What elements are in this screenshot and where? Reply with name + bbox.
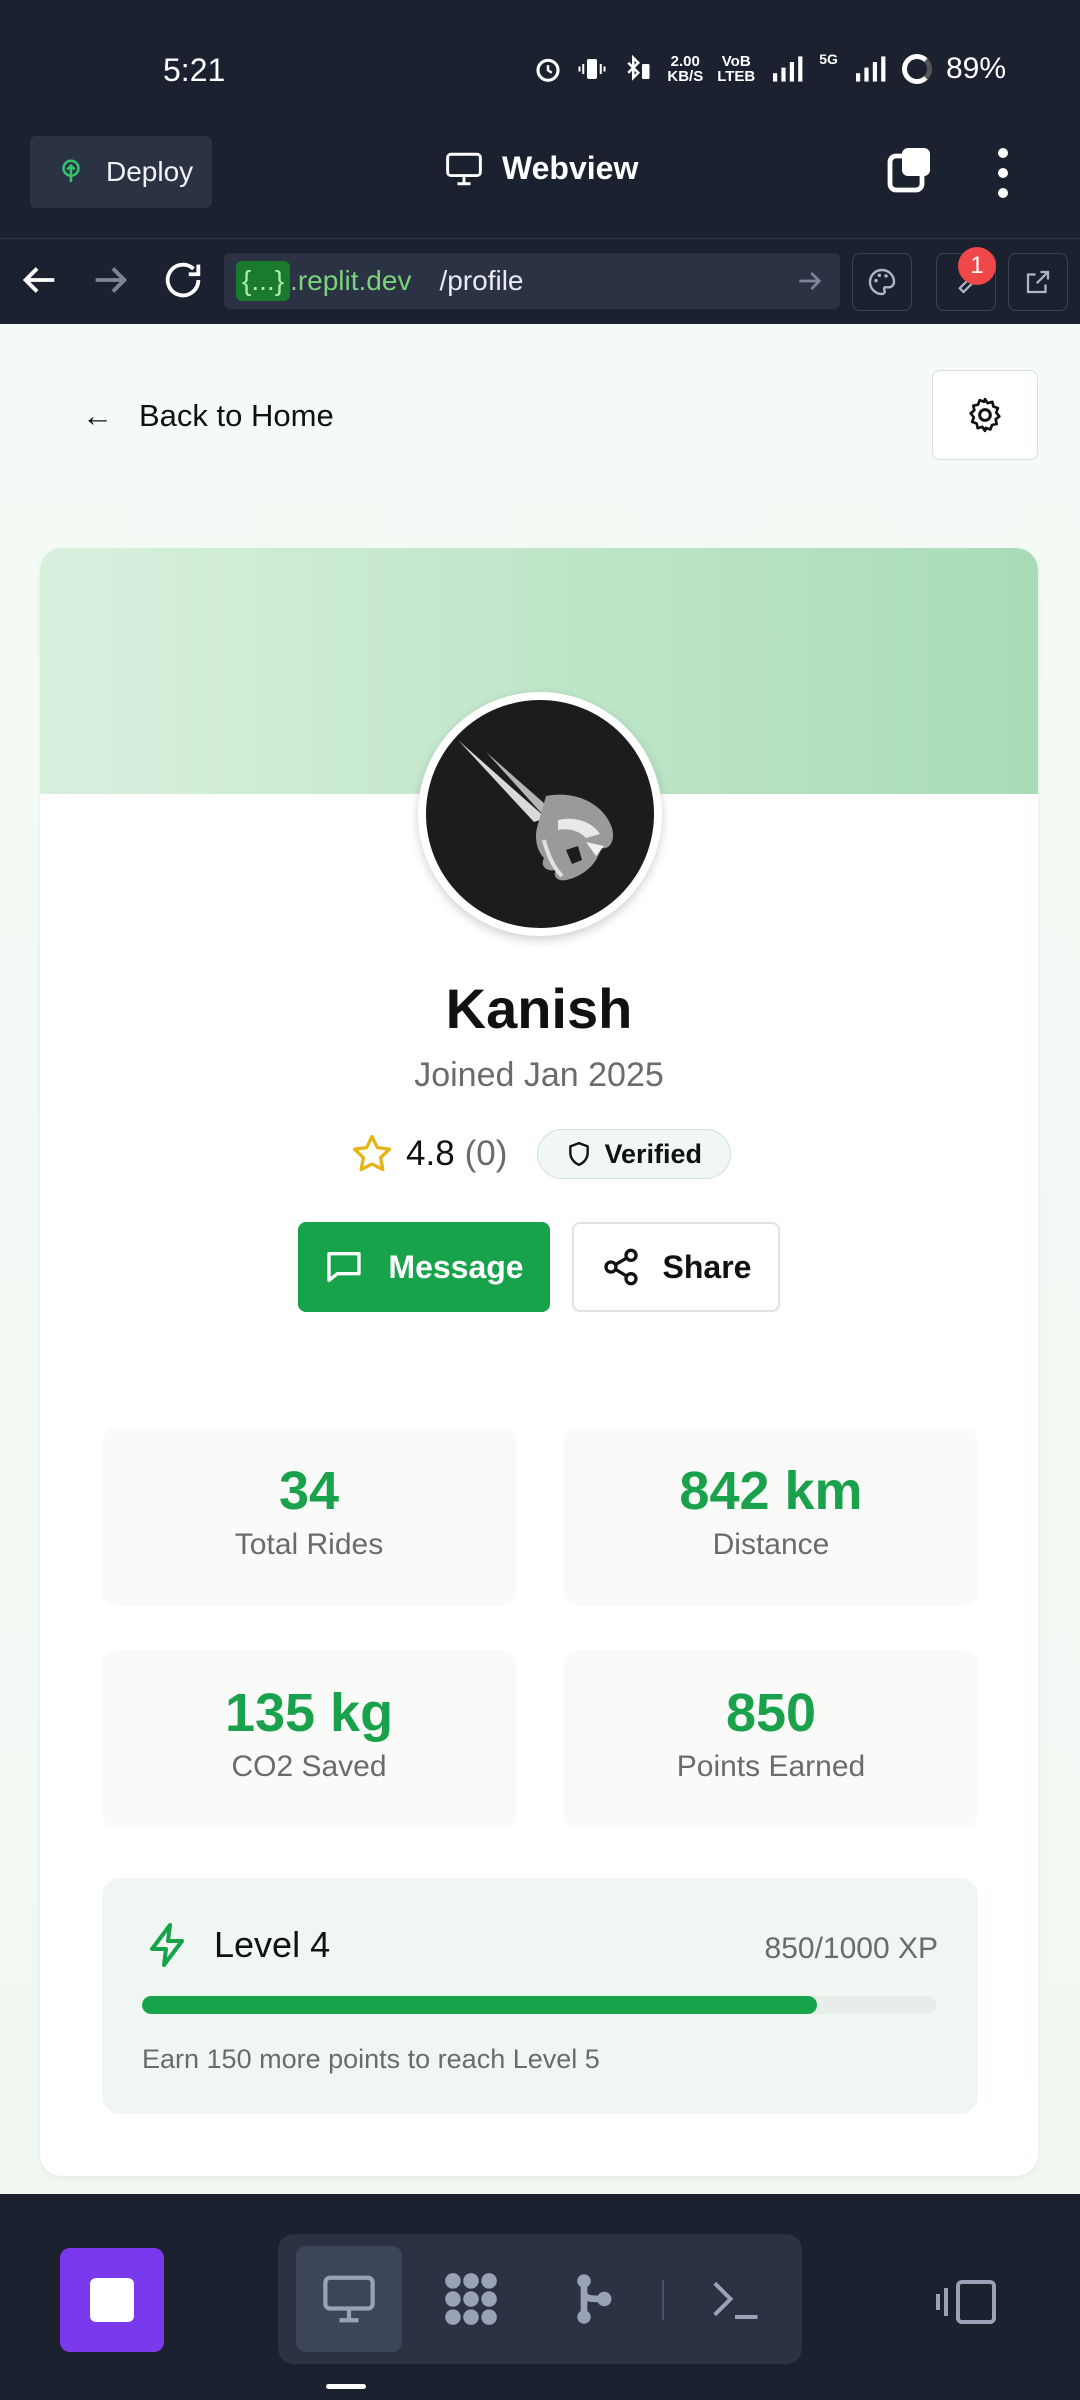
- level-title: Level 4: [214, 1924, 331, 1965]
- replit-header: Deploy Webview: [0, 128, 1080, 238]
- palette-icon: [868, 268, 896, 296]
- browser-bar: {...} .replit.dev /profile 1: [0, 238, 1080, 324]
- battery-percent: 89%: [945, 52, 1006, 85]
- stop-icon: [90, 2278, 134, 2322]
- git-branch-icon: [577, 2274, 612, 2324]
- stat-label: Distance: [712, 1528, 830, 1561]
- webview-tab-title: Webview: [444, 150, 638, 187]
- joined-date: Joined Jan 2025: [414, 1056, 664, 1094]
- stat-total-rides: 34 Total Rides: [102, 1428, 516, 1606]
- stat-label: Total Rides: [234, 1528, 384, 1561]
- panther-logo-icon: [458, 740, 614, 881]
- status-bar: 5:21 2.00 KB/S VoB LTEB 5G 89%: [0, 0, 1080, 128]
- xp-progress-fill: [142, 1996, 817, 2014]
- level-card: Level 4 850/1000 XP Earn 150 more points…: [102, 1878, 978, 2114]
- message-label: Message: [388, 1248, 524, 1285]
- url-bar[interactable]: {...} .replit.dev /profile: [224, 253, 840, 309]
- go-arrow-icon[interactable]: [794, 265, 826, 297]
- url-host: .replit.dev: [290, 265, 412, 296]
- lightning-icon: [150, 1923, 184, 1967]
- tab-webview[interactable]: [296, 2246, 402, 2352]
- message-button[interactable]: Message: [298, 1222, 550, 1312]
- battery-ring-icon: [901, 54, 932, 84]
- profile-card: Kanish Joined Jan 2025 4.8 (0) Verified …: [40, 548, 1038, 2176]
- monitor-icon: [446, 152, 482, 185]
- level-note: Earn 150 more points to reach Level 5: [142, 2044, 600, 2074]
- star-icon: [352, 1134, 392, 1172]
- alarm-icon: [536, 58, 560, 82]
- level-heading: Level 4: [144, 1920, 330, 1970]
- bluetooth-battery-icon: [627, 54, 650, 81]
- gear-icon: [969, 397, 1001, 433]
- more-menu-icon[interactable]: [986, 148, 1020, 198]
- tab-packages[interactable]: [418, 2246, 524, 2352]
- net-speed: 2.00 KB/S: [667, 53, 704, 85]
- rating-count: (0): [464, 1134, 508, 1173]
- tab-divider: [662, 2280, 664, 2320]
- stop-button[interactable]: [60, 2248, 164, 2352]
- settings-button[interactable]: [932, 370, 1038, 460]
- open-external-button[interactable]: [1008, 253, 1068, 311]
- share-label: Share: [662, 1248, 752, 1285]
- url-path: /profile: [439, 265, 524, 296]
- volte-indicator: VoB LTEB: [717, 53, 756, 85]
- back-arrow: ←: [82, 398, 113, 433]
- home-indicator[interactable]: [326, 2384, 366, 2389]
- tab-shell[interactable]: [682, 2246, 788, 2352]
- stat-value: 34: [278, 1461, 340, 1521]
- stat-value: 135 kg: [224, 1683, 394, 1743]
- notification-badge: 1: [958, 247, 996, 285]
- xp-progress-bar: [142, 1996, 936, 2014]
- panels-icon[interactable]: [934, 2278, 998, 2326]
- verified-badge: Verified: [537, 1129, 731, 1179]
- stat-distance: 842 km Distance: [564, 1428, 978, 1606]
- verified-label: Verified: [604, 1138, 702, 1169]
- stat-label: CO2 Saved: [231, 1750, 387, 1783]
- share-icon: [603, 1248, 638, 1286]
- external-link-icon: [1026, 270, 1050, 294]
- deploy-icon: [62, 159, 80, 182]
- back-to-home-link[interactable]: ← Back to Home: [82, 398, 334, 434]
- rating-row: 4.8 (0) Verified: [350, 1126, 731, 1182]
- terminal-icon: [713, 2281, 758, 2320]
- rating-value: 4.8: [406, 1134, 455, 1173]
- shield-icon: [569, 1141, 590, 1167]
- signal-icon: [773, 56, 803, 82]
- clock: 5:21: [163, 52, 226, 88]
- status-icons: 2.00 KB/S VoB LTEB 5G 89%: [533, 52, 1006, 86]
- back-to-home-label: Back to Home: [139, 398, 334, 433]
- forward-arrow-icon[interactable]: [88, 257, 134, 303]
- profile-name: Kanish: [445, 977, 633, 1040]
- vibrate-icon: [578, 59, 606, 79]
- palette-button[interactable]: [852, 253, 912, 311]
- stat-points-earned: 850 Points Earned: [564, 1650, 978, 1828]
- avatar: [418, 692, 662, 936]
- webview-title-text: Webview: [502, 150, 639, 186]
- chat-bubble-icon: [327, 1252, 362, 1282]
- url-badge: {...}: [236, 261, 291, 301]
- network-5g: 5G: [819, 51, 838, 67]
- deploy-label: Deploy: [106, 156, 194, 187]
- tab-git[interactable]: [540, 2246, 646, 2352]
- share-button[interactable]: Share: [572, 1222, 780, 1312]
- deploy-button[interactable]: Deploy: [30, 136, 212, 208]
- replit-bottom-bar: [0, 2194, 1080, 2400]
- reload-icon[interactable]: [160, 257, 206, 303]
- stat-label: Points Earned: [676, 1750, 866, 1783]
- packages-icon: [445, 2273, 497, 2325]
- tool-tabs: [278, 2234, 802, 2364]
- monitor-icon: [323, 2275, 375, 2323]
- level-xp: 850/1000 XP: [764, 1932, 938, 1965]
- back-arrow-icon[interactable]: [16, 257, 62, 303]
- signal-icon-2: [855, 56, 886, 82]
- tabs-icon[interactable]: [886, 146, 934, 194]
- stat-value: 842 km: [679, 1461, 863, 1521]
- stat-value: 850: [725, 1683, 817, 1743]
- stat-co2-saved: 135 kg CO2 Saved: [102, 1650, 516, 1828]
- webview-content: ← Back to Home Kanish Joined Jan 2025 4.…: [0, 324, 1080, 2194]
